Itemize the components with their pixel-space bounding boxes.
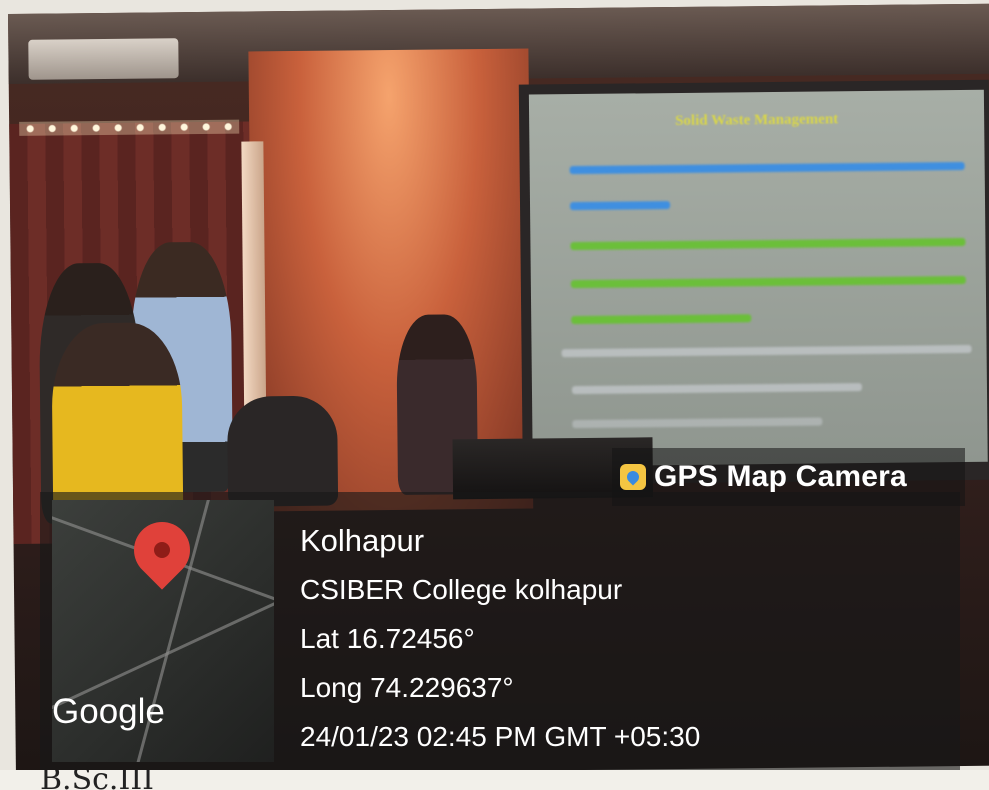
gps-camera-app-icon: [620, 464, 646, 490]
slide-title: Solid Waste Management: [675, 111, 839, 130]
latitude: Lat 16.72456°: [300, 623, 475, 654]
slide-line: [570, 275, 966, 289]
google-map-label: Google: [52, 692, 165, 731]
slide-line: [571, 314, 752, 325]
longitude: Long 74.229637°: [300, 672, 514, 703]
person-seated: [227, 395, 339, 507]
city-name: Kolhapur: [300, 523, 425, 558]
slide-line: [572, 417, 823, 429]
location-details: Kolhapur CSIBER College kolhapur Lat 16.…: [300, 516, 700, 761]
place-name: CSIBER College kolhapur: [300, 574, 623, 605]
map-thumbnail: Google: [52, 500, 274, 762]
slide-line: [571, 383, 862, 395]
timestamp: 24/01/23 02:45 PM GMT +05:30: [300, 721, 701, 752]
handwritten-caption: B.Sc.III: [40, 770, 155, 790]
air-conditioner: [28, 38, 179, 80]
map-pin-icon: [122, 510, 202, 590]
slide-line: [570, 201, 671, 211]
gps-app-title: GPS Map Camera: [654, 460, 907, 493]
slide-line: [561, 344, 972, 358]
slide-line: [569, 161, 965, 175]
projector-screen: Solid Waste Management: [528, 89, 988, 467]
slide-line: [570, 237, 966, 251]
light-strip: [19, 119, 240, 136]
gps-header: GPS Map Camera: [612, 448, 965, 506]
